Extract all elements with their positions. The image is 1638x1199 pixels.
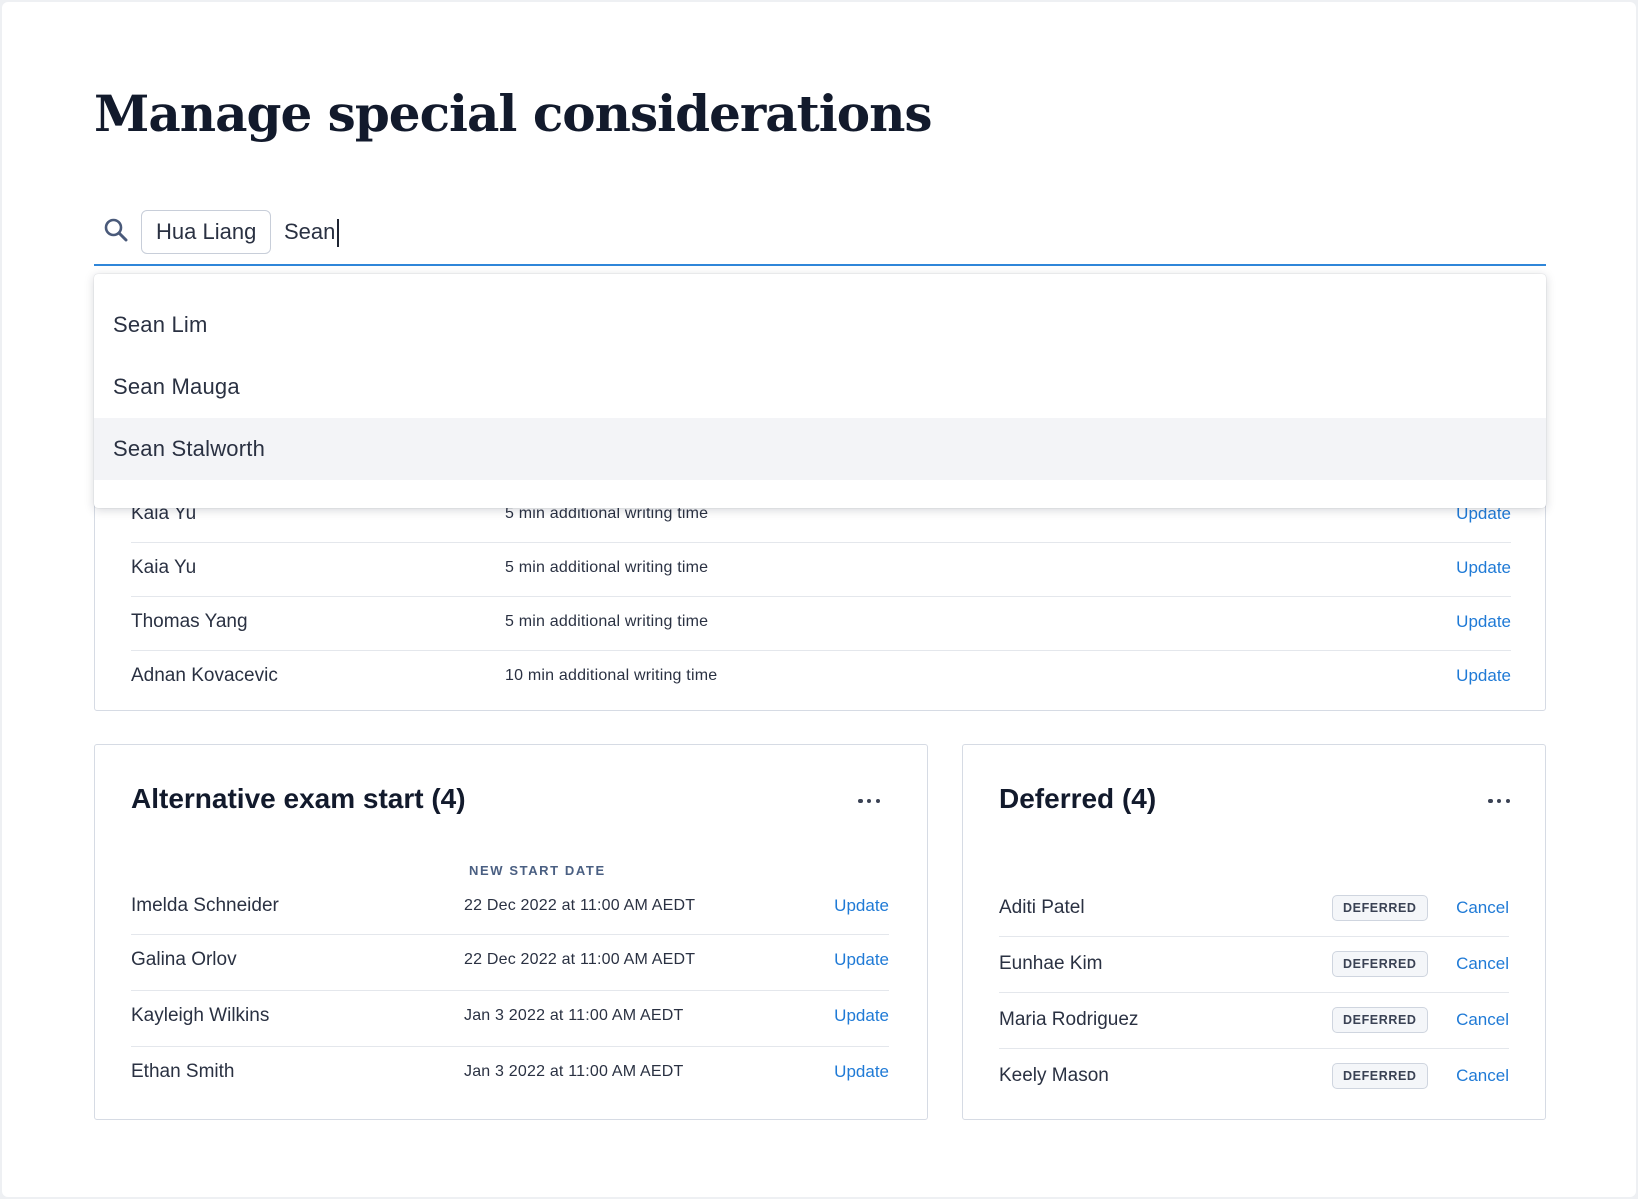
- additional-time-card: Kaia Yu 5 min additional writing time Up…: [94, 482, 1546, 711]
- status-badge: DEFERRED: [1332, 895, 1428, 921]
- update-link[interactable]: Update: [1456, 666, 1511, 686]
- student-name: Kaia Yu: [131, 557, 197, 578]
- student-name: Galina Orlov: [131, 949, 237, 970]
- column-header: NEW START DATE: [469, 863, 606, 878]
- table-row: Eunhae Kim DEFERRED Cancel: [999, 937, 1509, 993]
- update-link[interactable]: Update: [1456, 558, 1511, 578]
- alternative-exam-start-card: Alternative exam start (4) NEW START DAT…: [94, 744, 928, 1120]
- consideration-detail: 5 min additional writing time: [505, 613, 709, 630]
- search-input[interactable]: Sean: [284, 210, 340, 254]
- table-row: Kaia Yu 5 min additional writing time Up…: [131, 541, 1511, 597]
- student-name: Thomas Yang: [131, 611, 248, 632]
- card-title: Alternative exam start (4): [131, 783, 466, 814]
- consideration-detail: 10 min additional writing time: [505, 667, 718, 684]
- student-name: Maria Rodriguez: [999, 1009, 1139, 1030]
- new-start-date: 22 Dec 2022 at 11:00 AM AEDT: [464, 951, 696, 968]
- consideration-detail: 5 min additional writing time: [505, 559, 709, 576]
- student-name: Kayleigh Wilkins: [131, 1005, 270, 1026]
- new-start-date: 22 Dec 2022 at 11:00 AM AEDT: [464, 897, 696, 914]
- cancel-link[interactable]: Cancel: [1456, 1066, 1509, 1086]
- table-row: Galina Orlov 22 Dec 2022 at 11:00 AM AED…: [131, 935, 889, 991]
- table-row: Adnan Kovacevic 10 min additional writin…: [131, 649, 1511, 705]
- new-start-date: Jan 3 2022 at 11:00 AM AEDT: [464, 1063, 684, 1080]
- suggestion-item-highlighted[interactable]: Sean Stalworth: [94, 418, 1546, 480]
- suggestion-item[interactable]: Sean Lim: [94, 294, 1546, 356]
- table-row: Maria Rodriguez DEFERRED Cancel: [999, 993, 1509, 1049]
- new-start-date: Jan 3 2022 at 11:00 AM AEDT: [464, 1007, 684, 1024]
- search-query-text: Sean: [284, 219, 336, 244]
- status-badge: DEFERRED: [1332, 951, 1428, 977]
- search-icon: [104, 218, 128, 242]
- student-name: Ethan Smith: [131, 1061, 235, 1082]
- update-link[interactable]: Update: [834, 1062, 889, 1082]
- more-options-icon[interactable]: [1488, 797, 1510, 805]
- student-name: Eunhae Kim: [999, 953, 1103, 974]
- text-caret: [337, 219, 340, 248]
- deferred-card: Deferred (4) Aditi Patel DEFERRED Cancel…: [962, 744, 1546, 1120]
- table-row: Kayleigh Wilkins Jan 3 2022 at 11:00 AM …: [131, 991, 889, 1047]
- status-badge: DEFERRED: [1332, 1007, 1428, 1033]
- student-name: Aditi Patel: [999, 897, 1085, 918]
- table-row: Ethan Smith Jan 3 2022 at 11:00 AM AEDT …: [131, 1047, 889, 1103]
- cancel-link[interactable]: Cancel: [1456, 898, 1509, 918]
- status-badge: DEFERRED: [1332, 1063, 1428, 1089]
- card-title: Deferred (4): [999, 783, 1157, 814]
- table-row: Imelda Schneider 22 Dec 2022 at 11:00 AM…: [131, 879, 889, 935]
- update-link[interactable]: Update: [834, 1006, 889, 1026]
- suggestion-item[interactable]: Sean Mauga: [94, 356, 1546, 418]
- search-bar[interactable]: Hua Liang Sean: [94, 208, 1546, 266]
- selected-student-chip[interactable]: Hua Liang: [141, 210, 272, 254]
- student-name: Keely Mason: [999, 1065, 1109, 1086]
- more-options-icon[interactable]: [858, 797, 880, 805]
- table-row: Keely Mason DEFERRED Cancel: [999, 1049, 1509, 1105]
- page-title: Manage special considerations: [94, 84, 933, 143]
- table-row: Thomas Yang 5 min additional writing tim…: [131, 595, 1511, 651]
- page-frame: Manage special considerations Hua Liang …: [2, 2, 1636, 1197]
- table-row: Aditi Patel DEFERRED Cancel: [999, 881, 1509, 937]
- update-link[interactable]: Update: [1456, 612, 1511, 632]
- update-link[interactable]: Update: [834, 896, 889, 916]
- search-suggestions-dropdown: Sean Lim Sean Mauga Sean Stalworth: [94, 274, 1546, 508]
- student-name: Imelda Schneider: [131, 895, 279, 916]
- cancel-link[interactable]: Cancel: [1456, 1010, 1509, 1030]
- cancel-link[interactable]: Cancel: [1456, 954, 1509, 974]
- student-name: Adnan Kovacevic: [131, 665, 278, 686]
- update-link[interactable]: Update: [834, 950, 889, 970]
